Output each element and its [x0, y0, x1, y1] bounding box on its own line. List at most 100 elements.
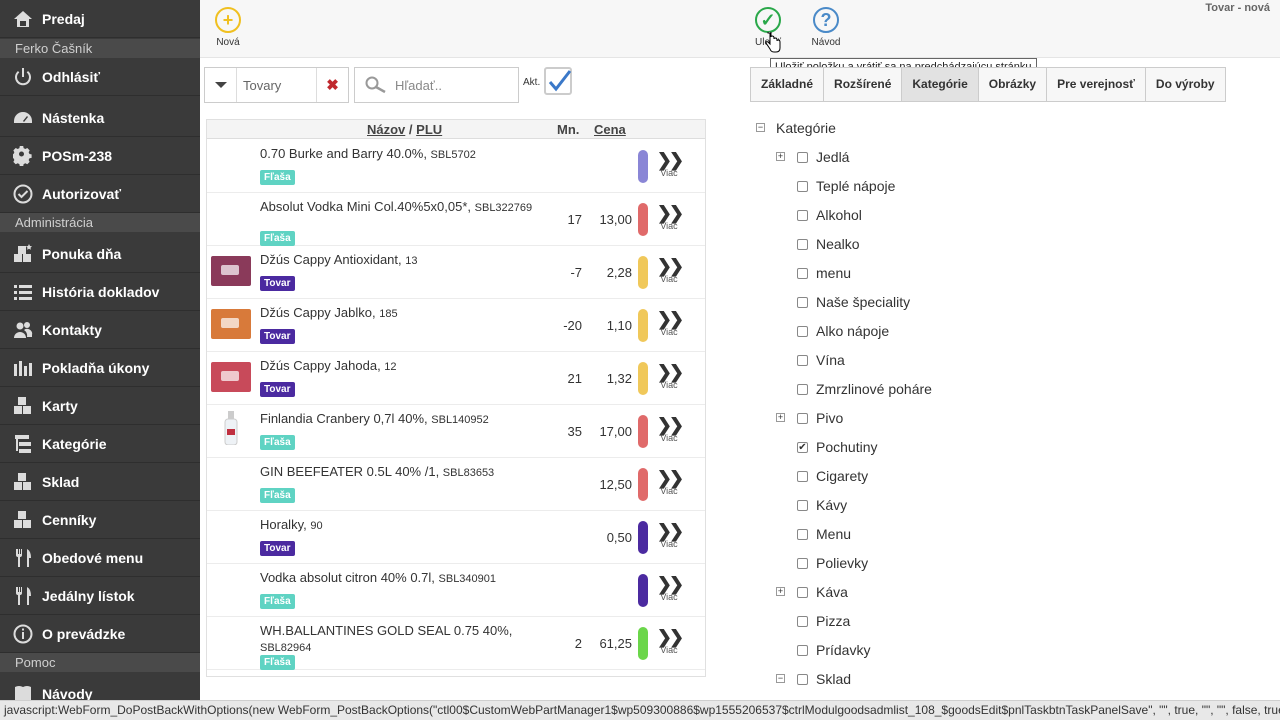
cutlery-icon — [12, 547, 34, 569]
sidebar-item-4[interactable]: POSm-238 — [0, 138, 200, 175]
table-row[interactable]: WH.BALLANTINES GOLD SEAL 0.75 40%, SBL82… — [207, 617, 705, 670]
more-button[interactable]: ❯❯ Viac — [656, 203, 684, 231]
hand-cursor-icon — [765, 32, 781, 53]
more-button[interactable]: ❯❯ Viac — [656, 522, 684, 549]
sidebar-item-10[interactable]: Karty — [0, 388, 200, 425]
more-button[interactable]: ❯❯ Viac — [656, 363, 684, 390]
product-code: SBL83653 — [442, 467, 495, 479]
category-checkbox[interactable] — [797, 586, 808, 598]
expand-icon[interactable]: + — [776, 152, 785, 161]
new-button[interactable]: + Nová — [203, 7, 253, 48]
sort-price-link[interactable]: Cena — [594, 122, 626, 137]
sidebar-item-13[interactable]: Cenníky — [0, 502, 200, 539]
sidebar-item-label: Jedálny lístok — [42, 588, 135, 604]
category-checkbox[interactable] — [797, 296, 808, 308]
sort-plu-link[interactable]: PLU — [416, 122, 442, 137]
more-button[interactable]: ❯❯ Viac — [656, 257, 684, 284]
category-checkbox[interactable] — [797, 151, 808, 163]
tab-6[interactable]: Do výroby — [1145, 67, 1226, 102]
sidebar-item-12[interactable]: Sklad — [0, 464, 200, 501]
tab-1[interactable]: Základné — [750, 67, 825, 102]
sidebar-item-3[interactable]: Nástenka — [0, 100, 200, 137]
help-label: Návod — [811, 37, 841, 48]
tree-root-label: Kategórie — [776, 120, 836, 136]
sidebar-item-11[interactable]: Kategórie — [0, 426, 200, 463]
category-checkbox[interactable] — [797, 267, 808, 279]
sidebar-item-2[interactable]: Odhlásiť — [0, 59, 200, 96]
help-button[interactable]: ? Návod — [801, 7, 851, 48]
category-checkbox[interactable] — [797, 470, 808, 482]
double-chevron-right-icon: ❯❯ — [656, 203, 684, 223]
tree-item: ✔ Pochutiny — [797, 437, 877, 457]
table-row[interactable]: 0.70 Burke and Barry 40.0%, SBL5702 Fľaša… — [207, 140, 705, 193]
sidebar-item-16[interactable]: O prevádzke — [0, 616, 200, 653]
more-button[interactable]: ❯❯ Viac — [656, 310, 684, 337]
sidebar-item-15[interactable]: Jedálny lístok — [0, 578, 200, 615]
sidebar-item-7[interactable]: História dokladov — [0, 274, 200, 311]
table-row[interactable]: Vodka absolut citron 40% 0.7l, SBL340901… — [207, 564, 705, 617]
tree-icon — [12, 433, 34, 455]
quantity-cell: 21 — [567, 371, 582, 386]
expand-icon[interactable]: + — [776, 413, 785, 422]
price-cell: 61,25 — [599, 636, 632, 651]
table-row[interactable]: Džús Cappy Jablko, 185 Tovar -20 1,10 ❯❯ Viac — [207, 299, 705, 352]
sidebar-item-8[interactable]: Kontakty — [0, 312, 200, 349]
category-checkbox[interactable] — [797, 499, 808, 511]
sidebar-item-5[interactable]: Autorizovať — [0, 176, 200, 213]
category-checkbox[interactable] — [797, 325, 808, 337]
category-checkbox[interactable] — [797, 528, 808, 540]
sidebar-item-1[interactable]: Predaj — [0, 1, 200, 38]
category-checkbox[interactable] — [797, 673, 808, 685]
category-tree: − Kategórie + Jedlá Teplé nápoje Alkohol Nea… — [750, 118, 1250, 698]
collapse-icon[interactable]: − — [776, 674, 785, 683]
type-dropdown[interactable]: Tovary ✖ — [204, 67, 349, 103]
table-row[interactable]: Finlandia Cranbery 0,7l 40%, SBL140952 Fľ… — [207, 405, 705, 458]
category-checkbox[interactable]: ✔ — [797, 441, 808, 453]
more-button[interactable]: ❯❯ Viac — [656, 628, 684, 655]
more-button[interactable]: ❯❯ Viac — [656, 416, 684, 443]
category-label: Pizza — [816, 613, 851, 629]
category-checkbox[interactable] — [797, 238, 808, 250]
table-row[interactable]: Džús Cappy Antioxidant, 13 Tovar -7 2,28 ❯❯ V… — [207, 246, 705, 299]
gear-icon — [12, 145, 34, 167]
color-indicator — [638, 627, 648, 660]
active-checkbox[interactable] — [544, 67, 572, 95]
table-row[interactable]: Absolut Vodka Mini Col.40%5x0,05*, SBL32… — [207, 193, 705, 246]
sidebar-item-label: Predaj — [42, 11, 85, 27]
checkmark-icon: ✓ — [755, 7, 781, 33]
price-cell: 0,50 — [606, 530, 632, 545]
more-button[interactable]: ❯❯ Viac — [656, 575, 684, 602]
sidebar-item-14[interactable]: Obedové menu — [0, 540, 200, 577]
category-checkbox[interactable] — [797, 644, 808, 656]
table-row[interactable]: Džús Cappy Jahoda, 12 Tovar 21 1,32 ❯❯ Viac — [207, 352, 705, 405]
table-row[interactable]: Horalky, 90 Tovar 0,50 ❯❯ Viac — [207, 511, 705, 564]
tab-2[interactable]: Rozšírené — [824, 67, 903, 102]
more-button[interactable]: ❯❯ Viac — [656, 469, 684, 496]
sidebar-item-6[interactable]: Ponuka dňa — [0, 236, 200, 273]
sort-name-link[interactable]: Názov — [367, 122, 405, 137]
search-box[interactable] — [354, 67, 519, 103]
category-checkbox[interactable] — [797, 209, 808, 221]
search-input[interactable] — [395, 76, 513, 94]
tab-4[interactable]: Obrázky — [978, 67, 1048, 102]
tab-5[interactable]: Pre verejnosť — [1047, 67, 1146, 102]
category-checkbox[interactable] — [797, 615, 808, 627]
tab-3[interactable]: Kategórie — [902, 67, 979, 102]
category-label: Naše špeciality — [816, 294, 911, 310]
category-checkbox[interactable] — [797, 557, 808, 569]
category-label: Menu — [816, 526, 852, 542]
collapse-icon[interactable]: − — [756, 123, 765, 132]
category-checkbox[interactable] — [797, 383, 808, 395]
question-icon: ? — [813, 7, 839, 33]
table-row[interactable]: GIN BEEFEATER 0.5L 40% /1, SBL83653 Fľaša… — [207, 458, 705, 511]
sidebar-item-9[interactable]: Pokladňa úkony — [0, 350, 200, 387]
goods-table: Názov / PLU Mn. Cena 0.70 Burke and Barr… — [206, 119, 706, 677]
category-checkbox[interactable] — [797, 354, 808, 366]
more-button[interactable]: ❯❯ Viac — [656, 151, 684, 178]
category-checkbox[interactable] — [797, 412, 808, 424]
category-checkbox[interactable] — [797, 180, 808, 192]
chevron-down-icon[interactable] — [205, 68, 237, 102]
quantity-cell: -20 — [563, 318, 582, 333]
expand-icon[interactable]: + — [776, 587, 785, 596]
clear-icon[interactable]: ✖ — [316, 68, 348, 102]
